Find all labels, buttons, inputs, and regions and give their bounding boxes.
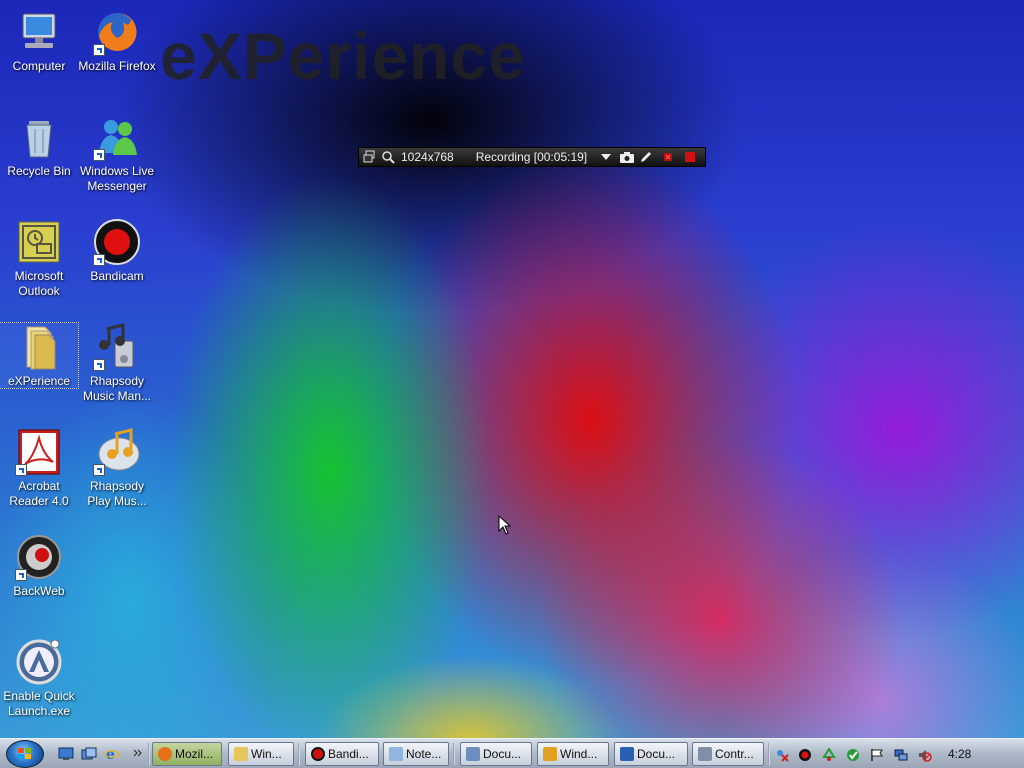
notepad-icon bbox=[389, 747, 403, 761]
control-panel-icon bbox=[698, 747, 712, 761]
wallpaper-brand-text: eXPerience bbox=[160, 19, 526, 93]
desktop-icon-label: Bandicam bbox=[90, 269, 144, 283]
show-desktop-icon[interactable] bbox=[58, 746, 74, 760]
mouse-cursor-icon bbox=[498, 514, 512, 539]
firefox-icon bbox=[158, 747, 172, 761]
desktop-icon-label: Rhapsody Play Mus... bbox=[87, 479, 147, 508]
desktop-icon-messenger[interactable]: Windows Live Messenger bbox=[78, 113, 156, 194]
music-player-icon bbox=[93, 428, 141, 476]
taskbar-separator bbox=[148, 743, 150, 765]
taskbar-button-windows-explorer[interactable]: Win... bbox=[228, 742, 294, 766]
taskbar-button-label: Contr... bbox=[715, 747, 754, 761]
shortcut-arrow-icon bbox=[15, 569, 27, 581]
desktop-icon-label: Windows Live Messenger bbox=[79, 164, 155, 193]
taskbar-button-label: Bandi... bbox=[328, 747, 369, 761]
desktop-icon-firefox[interactable]: Mozilla Firefox bbox=[78, 8, 156, 74]
taskbar-button-label: Docu... bbox=[637, 747, 676, 761]
start-button[interactable] bbox=[6, 740, 44, 768]
folder-icon bbox=[234, 747, 248, 761]
taskbar-button-label: Mozil... bbox=[175, 747, 214, 761]
acrobat-icon bbox=[15, 428, 63, 476]
taskbar-button-control-panel[interactable]: Contr... bbox=[692, 742, 764, 766]
taskbar-clock[interactable]: 4:28 bbox=[948, 747, 971, 761]
recording-resolution: 1024x768 bbox=[401, 150, 454, 164]
search-icon[interactable] bbox=[381, 150, 397, 164]
recording-toolbar[interactable]: 1024x768 Recording [00:05:19] bbox=[358, 147, 706, 167]
folder-icon bbox=[15, 323, 63, 371]
desktop-icon-experience-folder[interactable]: eXPerience bbox=[0, 322, 79, 389]
backweb-icon bbox=[15, 533, 63, 581]
messenger-icon bbox=[93, 113, 141, 161]
tray-network-icon[interactable] bbox=[894, 747, 908, 761]
desktop-icon-recycle-bin[interactable]: Recycle Bin bbox=[0, 113, 78, 179]
firefox-icon bbox=[93, 8, 141, 56]
desktop-icon-computer[interactable]: Computer bbox=[0, 8, 78, 74]
shortcut-arrow-icon bbox=[93, 254, 105, 266]
taskbar-separator bbox=[453, 743, 455, 765]
taskbar-separator bbox=[768, 743, 770, 765]
shortcut-arrow-icon bbox=[93, 359, 105, 371]
desktop-icon-label: Rhapsody Music Man... bbox=[82, 374, 151, 403]
desktop-icon-backweb[interactable]: BackWeb bbox=[0, 533, 78, 599]
desktop-icon-outlook[interactable]: Microsoft Outlook bbox=[0, 218, 78, 299]
taskbar-button-document-2[interactable]: Docu... bbox=[614, 742, 688, 766]
bandicam-icon bbox=[311, 747, 325, 761]
stop-recording-icon[interactable] bbox=[683, 150, 699, 164]
recording-status: Recording [00:05:19] bbox=[475, 150, 588, 164]
camera-icon[interactable] bbox=[619, 150, 635, 164]
word-document-icon bbox=[620, 747, 634, 761]
desktop-icon-label: eXPerience bbox=[7, 374, 71, 388]
tray-security-icon[interactable] bbox=[846, 747, 860, 761]
shortcut-arrow-icon bbox=[15, 464, 27, 476]
desktop-icon-label: Enable Quick Launch.exe bbox=[3, 689, 75, 718]
taskbar-button-bandicam[interactable]: Bandi... bbox=[305, 742, 379, 766]
tray-volume-muted-icon[interactable] bbox=[918, 747, 932, 762]
shortcut-arrow-icon bbox=[93, 149, 105, 161]
switch-windows-icon[interactable] bbox=[81, 746, 97, 760]
taskbar-button-firefox[interactable]: Mozil... bbox=[152, 742, 222, 766]
recycle-bin-icon bbox=[15, 113, 63, 161]
tray-bandicam-icon[interactable] bbox=[798, 747, 812, 761]
desktop-icon-label: Computer bbox=[12, 59, 66, 73]
pause-recording-icon[interactable] bbox=[661, 150, 677, 164]
desktop-icon-rhapsody-music-manager[interactable]: Rhapsody Music Man... bbox=[78, 323, 156, 404]
pencil-icon[interactable] bbox=[639, 150, 655, 164]
chevron-down-icon[interactable] bbox=[599, 150, 615, 164]
desktop-icon-acrobat-reader[interactable]: Acrobat Reader 4.0 bbox=[0, 428, 78, 509]
internet-explorer-icon[interactable]: e bbox=[104, 746, 120, 763]
taskbar-button-document-1[interactable]: Docu... bbox=[460, 742, 532, 766]
desktop-icon-label: Acrobat Reader 4.0 bbox=[9, 479, 69, 508]
tray-recycle-icon[interactable] bbox=[822, 747, 836, 761]
desktop-icon-rhapsody-player[interactable]: Rhapsody Play Mus... bbox=[78, 428, 156, 509]
shortcut-arrow-icon bbox=[93, 464, 105, 476]
taskbar-separator bbox=[298, 743, 300, 765]
media-player-icon bbox=[543, 747, 557, 761]
taskbar-button-notepad[interactable]: Note... bbox=[383, 742, 449, 766]
shortcut-arrow-icon bbox=[93, 44, 105, 56]
tray-network-tools-icon[interactable] bbox=[775, 747, 789, 762]
taskbar-button-label: Docu... bbox=[483, 747, 522, 761]
quick-launch-app-icon bbox=[15, 638, 63, 686]
quick-launch-chevron-icon[interactable] bbox=[133, 743, 143, 757]
tray-flag-icon[interactable] bbox=[870, 747, 884, 761]
windows-logo-icon bbox=[18, 748, 31, 759]
desktop-icon-enable-quick-launch[interactable]: Enable Quick Launch.exe bbox=[0, 638, 78, 719]
window-mode-icon[interactable] bbox=[363, 150, 379, 164]
desktop-icon-label: Microsoft Outlook bbox=[14, 269, 64, 298]
desktop-icon-bandicam[interactable]: Bandicam bbox=[78, 218, 156, 284]
music-notes-icon bbox=[93, 323, 141, 371]
svg-text:e: e bbox=[106, 747, 115, 761]
outlook-icon bbox=[15, 218, 63, 266]
taskbar-button-label: Wind... bbox=[560, 747, 598, 761]
desktop-icon-label: Recycle Bin bbox=[7, 164, 71, 178]
document-icon bbox=[466, 747, 480, 761]
taskbar-button-label: Win... bbox=[251, 747, 282, 761]
bandicam-icon bbox=[93, 218, 141, 266]
taskbar: e Mozil... Win... Bandi... Note... Docu.… bbox=[0, 738, 1024, 768]
desktop-icon-label: Mozilla Firefox bbox=[78, 59, 156, 73]
computer-icon bbox=[15, 8, 63, 56]
desktop-icon-label: BackWeb bbox=[13, 584, 65, 598]
taskbar-button-windows-media[interactable]: Wind... bbox=[537, 742, 609, 766]
taskbar-button-label: Note... bbox=[406, 747, 442, 761]
